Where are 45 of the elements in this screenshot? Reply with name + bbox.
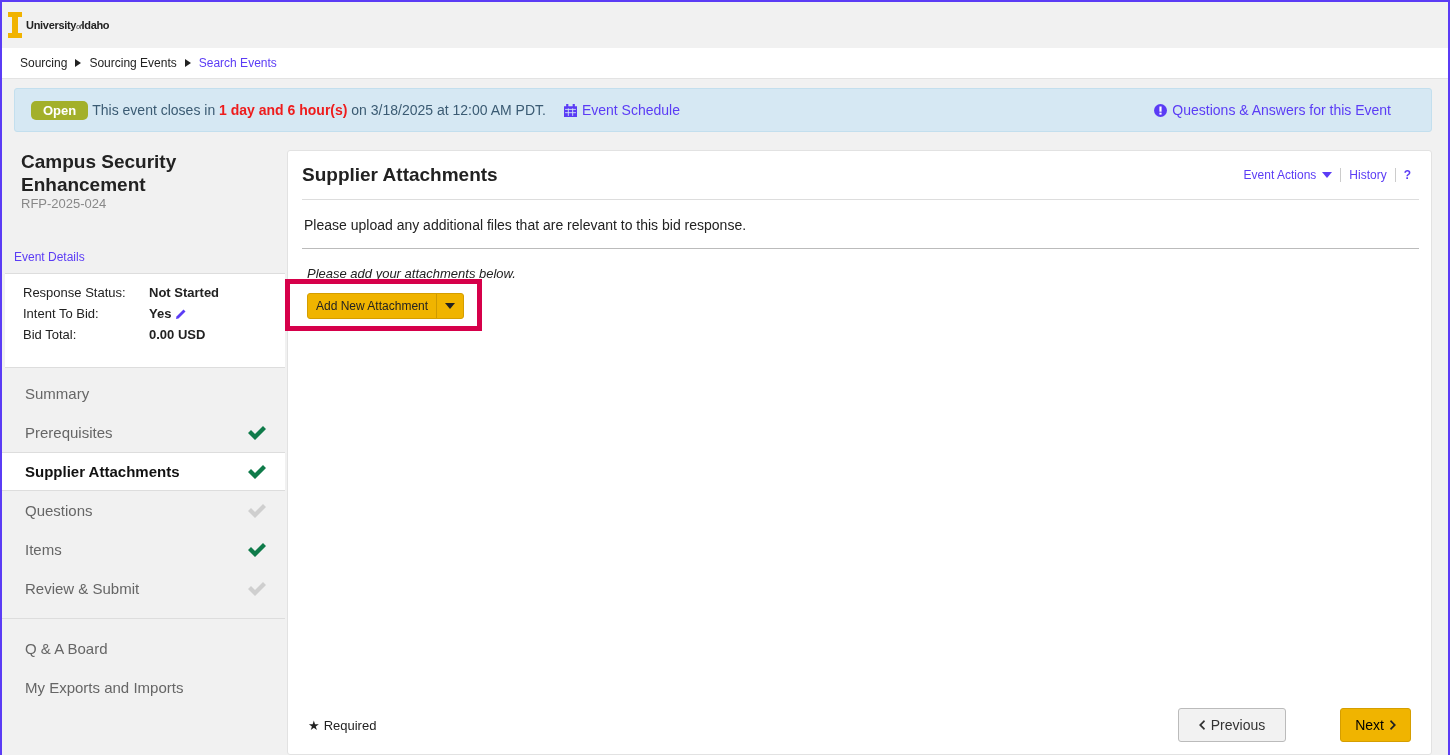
caret-icon	[1322, 172, 1333, 178]
logo-icon	[8, 12, 22, 38]
star-icon: ★	[308, 717, 320, 733]
caret-icon	[445, 303, 456, 309]
info-icon	[1154, 103, 1168, 117]
nav-item[interactable]: Prerequisites	[2, 413, 285, 452]
next-button[interactable]: Next	[1340, 708, 1411, 742]
summary-label: Bid Total:	[23, 327, 78, 342]
summary-label: Intent To Bid:	[23, 306, 100, 321]
summary-value: 0.00 USD	[149, 327, 206, 342]
nav-item[interactable]: Items	[2, 530, 285, 569]
event-schedule-link[interactable]: Event Schedule	[581, 102, 680, 118]
event-actions-menu[interactable]: Event Actions	[1235, 168, 1341, 182]
summary-value: Yes	[149, 306, 172, 321]
summary-label: Response Status:	[23, 285, 127, 300]
history-link[interactable]: History	[1340, 168, 1395, 182]
nav-item[interactable]: Review & Submit	[2, 569, 285, 608]
nav-item[interactable]: Summary	[2, 374, 285, 413]
event-details-link[interactable]: Event Details	[14, 250, 85, 264]
closing-message: This event closes in 1 day and 6 hour(s) on 3/18/2025 at 12:00 AM PDT.	[92, 102, 546, 118]
pencil-icon[interactable]	[175, 307, 188, 320]
intro-text: Please upload any additional files that are relevant to this bid response.	[302, 200, 1419, 249]
qa-link[interactable]: Questions & Answers for this Event	[1172, 102, 1391, 118]
page-title: Supplier Attachments	[302, 164, 498, 186]
add-attachment-button[interactable]: Add New Attachment	[307, 293, 465, 319]
status-badge: Open	[31, 100, 89, 120]
caret-icon	[75, 59, 82, 67]
breadcrumb-link[interactable]: Search Events	[198, 56, 277, 70]
nav-item[interactable]: My Exports and Imports	[2, 668, 285, 707]
hint-text: Please add your attachments below.	[307, 266, 517, 281]
summary-value: Not Started	[149, 285, 220, 300]
calendar-icon	[563, 103, 577, 117]
nav-item[interactable]: Supplier Attachments	[2, 452, 285, 491]
chevron-icon	[1198, 720, 1205, 730]
previous-button[interactable]: Previous	[1177, 708, 1287, 742]
chevron-icon	[1390, 720, 1396, 730]
breadcrumb-link[interactable]: Sourcing Events	[89, 56, 177, 70]
nav-item[interactable]: Q & A Board	[2, 629, 285, 668]
breadcrumb-link[interactable]: Sourcing	[20, 56, 68, 70]
event-title: Campus Security Enhancement	[20, 150, 178, 196]
nav-item[interactable]: Questions	[2, 491, 285, 530]
required-note: Required	[323, 717, 377, 733]
event-id: RFP-2025-024	[20, 196, 108, 211]
caret-icon	[184, 59, 191, 67]
help-link[interactable]: ?	[1394, 168, 1419, 182]
